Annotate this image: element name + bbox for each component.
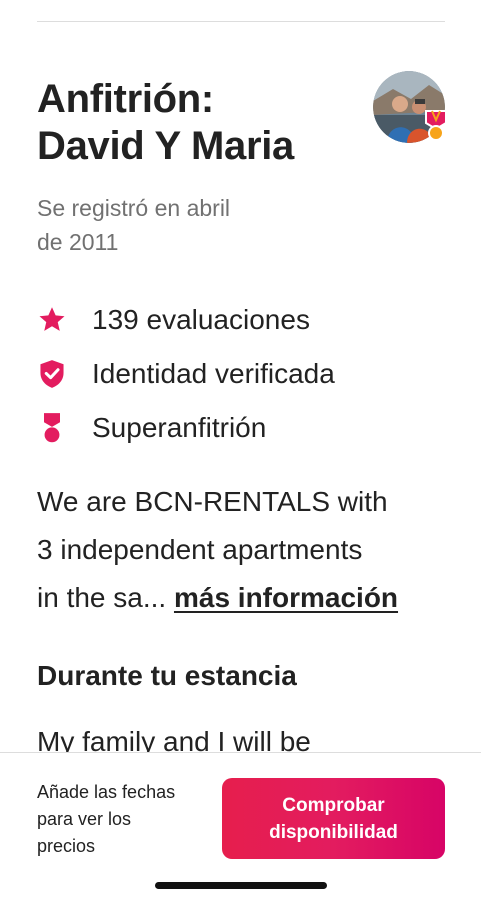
- shield-check-icon: [37, 359, 67, 389]
- stat-superhost-label: Superanfitrión: [92, 412, 267, 443]
- stat-identity-label: Identidad verificada: [92, 358, 335, 389]
- price-hint-line1: Añade las fechas: [37, 782, 176, 802]
- cta-line2: disponibilidad: [269, 821, 398, 843]
- host-avatar[interactable]: [373, 71, 447, 143]
- during-stay-title: Durante tu estancia: [37, 660, 297, 691]
- superhost-medal-icon: [37, 413, 67, 443]
- host-title: Anfitrión: David Y Maria: [37, 76, 357, 170]
- stat-superhost: Superanfitrión: [37, 401, 457, 455]
- star-icon: [37, 305, 67, 335]
- stat-reviews-label: 139 evaluaciones: [92, 304, 310, 335]
- about-line3: in the sa... más información: [37, 574, 447, 622]
- host-name: David Y Maria: [37, 124, 294, 168]
- check-availability-button[interactable]: Comprobar disponibilidad: [222, 778, 445, 859]
- top-divider: [37, 21, 445, 22]
- host-stats: 139 evaluaciones Identidad verificada Su…: [37, 293, 457, 455]
- stat-identity: Identidad verificada: [37, 347, 457, 401]
- more-info-link[interactable]: más información: [174, 582, 398, 613]
- about-line2: 3 independent apartments: [37, 534, 363, 565]
- stat-reviews: 139 evaluaciones: [37, 293, 457, 347]
- price-hint-line3: precios: [37, 836, 96, 856]
- price-hint-line2: para ver los: [37, 809, 132, 829]
- about-line3-text: in the sa...: [37, 582, 174, 613]
- superhost-badge-icon: [425, 110, 447, 141]
- price-hint: Añade las fechas para ver los precios: [37, 779, 222, 860]
- member-since-line2: de 2011: [37, 229, 119, 255]
- about-line1: We are BCN-RENTALS with: [37, 486, 388, 517]
- host-about: We are BCN-RENTALS with 3 independent ap…: [37, 478, 447, 622]
- booking-footer: Añade las fechas para ver los precios Co…: [0, 752, 481, 900]
- member-since: Se registró en abril de 2011: [37, 191, 287, 259]
- host-title-line1: Anfitrión:: [37, 77, 214, 121]
- home-indicator[interactable]: [155, 882, 327, 889]
- cta-line1: Comprobar: [282, 794, 385, 816]
- member-since-line1: Se registró en abril: [37, 195, 231, 221]
